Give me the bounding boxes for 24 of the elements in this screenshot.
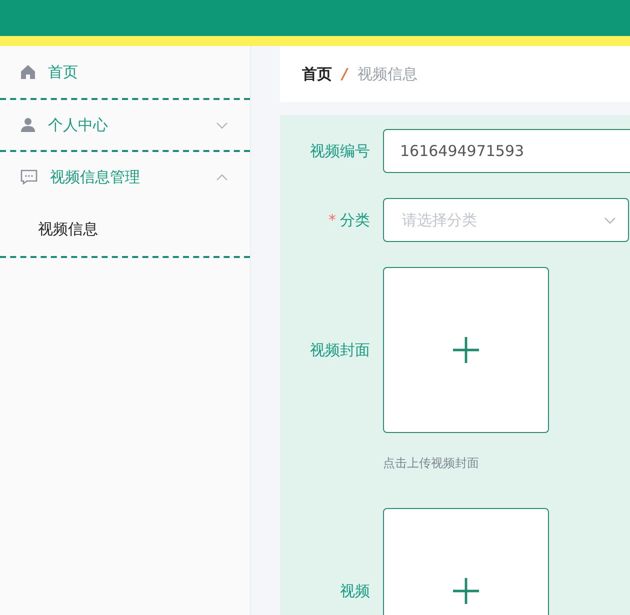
- home-icon: [20, 64, 36, 80]
- plus-icon: [452, 336, 480, 364]
- required-mark: *: [328, 210, 336, 228]
- field-label: 视频编号: [309, 142, 371, 160]
- plus-icon: [452, 577, 480, 605]
- sidebar-menu-item[interactable]: 视频信息管理: [0, 152, 250, 202]
- chevron-up-icon: [216, 174, 228, 180]
- text-input-field[interactable]: 1616494971593: [383, 129, 630, 173]
- upload-hint: 点击上传视频封面: [383, 455, 480, 472]
- sidebar-menu-item[interactable]: 个人中心: [0, 100, 250, 150]
- field-label: * 分类: [328, 210, 371, 230]
- upload-box[interactable]: [383, 267, 549, 433]
- select-field[interactable]: 请选择分类: [383, 198, 629, 242]
- breadcrumb-link[interactable]: 视频信息: [357, 64, 418, 84]
- breadcrumb-separator: /: [342, 65, 348, 83]
- breadcrumb-link[interactable]: 首页: [302, 64, 332, 84]
- field-label: 视频封面: [309, 340, 371, 360]
- user-icon: [20, 117, 36, 133]
- chat-icon: [20, 169, 38, 185]
- sidebar-submenu-item[interactable]: 视频信息: [0, 202, 250, 256]
- field-label: 视频: [339, 582, 371, 600]
- chevron-down-icon: [604, 216, 616, 224]
- chevron-down-icon: [216, 122, 228, 128]
- sidebar-menu-item[interactable]: 首页: [0, 46, 250, 98]
